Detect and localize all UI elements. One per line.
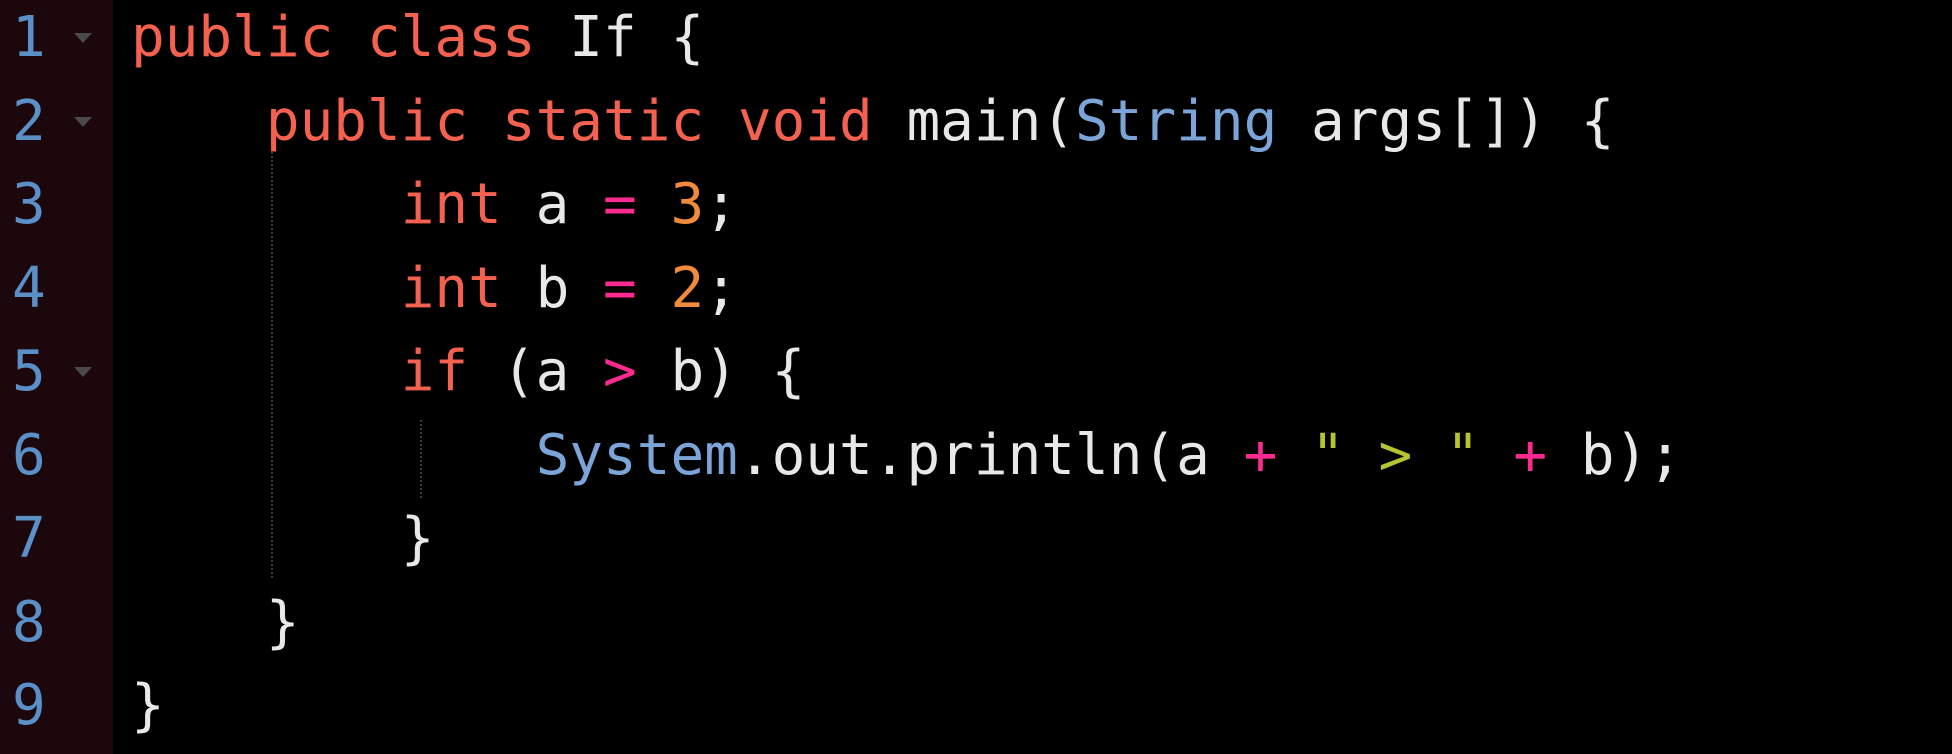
line-number: 1 — [12, 5, 46, 70]
code-token-ident: } — [131, 673, 165, 738]
code-token-ident — [1277, 423, 1311, 488]
code-token-op: + — [1243, 422, 1278, 488]
fold-arrow-icon[interactable] — [74, 116, 92, 127]
code-line[interactable]: public class If { — [131, 0, 704, 80]
code-token-kw: int — [400, 172, 502, 237]
code-token-ident: b); — [1547, 422, 1682, 488]
code-token-kw: int — [400, 255, 502, 321]
line-number: 2 — [12, 88, 46, 154]
code-token-ident: ; — [704, 172, 738, 237]
code-editor[interactable]: 1 2 3 4 5 6 7 8 9 public class If { public stati… — [0, 0, 1952, 754]
code-token-ident: .out.println(a — [737, 422, 1244, 488]
code-line[interactable]: int b = 2; — [131, 247, 738, 331]
code-token-ident: (a — [468, 339, 604, 404]
code-token-ident — [637, 172, 671, 237]
line-number: 9 — [12, 673, 46, 738]
code-line[interactable]: public static void main(String args[]) { — [131, 80, 1615, 164]
code-token-type: String — [1075, 88, 1278, 154]
code-token-type: System — [535, 422, 738, 488]
code-token-op: = — [603, 255, 637, 321]
code-token-ident — [131, 339, 401, 404]
code-token-ident: b — [501, 255, 604, 321]
code-token-ident — [637, 256, 671, 321]
code-token-ident — [131, 423, 536, 488]
code-token-ident — [131, 256, 401, 321]
fold-arrow-icon[interactable] — [74, 367, 92, 377]
code-token-ident: ; — [704, 255, 738, 321]
code-token-ident: b) { — [636, 339, 806, 404]
code-token-ident — [131, 89, 266, 154]
code-token-ident: If { — [535, 5, 705, 70]
code-line[interactable]: } — [131, 664, 165, 748]
line-number: 4 — [12, 255, 46, 321]
code-token-op: + — [1513, 422, 1548, 488]
line-number: 8 — [12, 589, 46, 655]
code-area[interactable]: public class If { public static void mai… — [113, 0, 1952, 754]
code-token-op: = — [603, 172, 637, 237]
line-number: 6 — [12, 422, 46, 488]
code-token-ident — [1480, 423, 1514, 488]
code-token-kw: public static void — [265, 88, 873, 154]
code-line[interactable]: System.out.println(a + " > " + b); — [131, 414, 1682, 498]
code-token-op: > — [603, 339, 637, 404]
line-number: 3 — [12, 172, 46, 237]
line-number: 5 — [12, 339, 46, 404]
fold-arrow-icon[interactable] — [74, 33, 92, 43]
code-token-kw: public class — [131, 5, 536, 70]
line-number-gutter[interactable]: 1 2 3 4 5 6 7 8 9 — [0, 0, 113, 754]
code-line[interactable]: int a = 3; — [131, 163, 738, 247]
code-token-str: " > " — [1311, 422, 1480, 488]
code-token-kw: if — [400, 339, 469, 404]
code-token-ident: } — [131, 589, 300, 655]
code-line[interactable]: if (a > b) { — [131, 330, 806, 414]
code-token-num: 3 — [670, 172, 705, 237]
code-line[interactable]: } — [131, 581, 300, 665]
code-token-ident: args[]) { — [1277, 88, 1615, 154]
code-line[interactable]: } — [131, 497, 435, 581]
code-token-ident: a — [501, 172, 604, 237]
code-token-ident: main( — [872, 88, 1076, 154]
code-token-ident: } — [131, 506, 435, 571]
code-token-ident — [131, 172, 401, 237]
code-token-num: 2 — [670, 255, 705, 321]
line-number: 7 — [12, 506, 46, 571]
